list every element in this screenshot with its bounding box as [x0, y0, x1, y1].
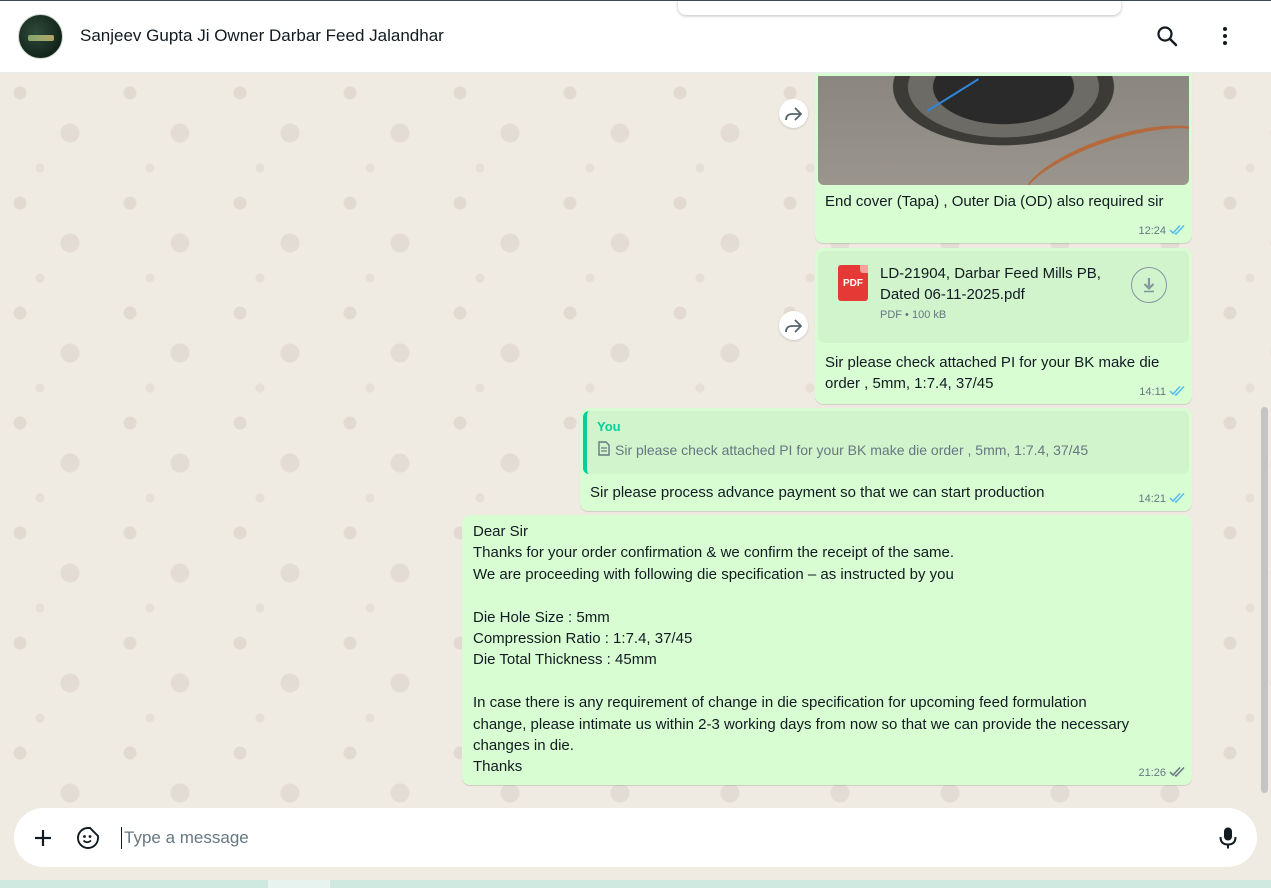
- message-line: Die Hole Size : 5mm: [473, 608, 610, 626]
- document-info: LD-21904, Darbar Feed Mills PB, Dated 06…: [880, 263, 1115, 333]
- document-meta: PDF • 100 kB: [880, 309, 947, 321]
- dropdown-popup: [678, 0, 1121, 15]
- quoted-message[interactable]: You Sir please check attached PI for you…: [583, 411, 1189, 474]
- double-check-icon: [1169, 224, 1186, 238]
- message-photo[interactable]: [818, 76, 1189, 185]
- message-meta: 14:11: [1139, 385, 1186, 399]
- composer-bar: [0, 808, 1271, 888]
- message-text: Sir please process advance payment so th…: [590, 484, 1045, 501]
- photo-detail: [1012, 106, 1189, 185]
- forward-icon[interactable]: [779, 99, 808, 128]
- double-check-icon: [1169, 766, 1186, 780]
- message-line: [473, 585, 1181, 606]
- plus-icon[interactable]: [30, 825, 56, 851]
- message-input[interactable]: [121, 826, 1215, 849]
- message-time: 14:11: [1139, 386, 1166, 398]
- chat-scrollbar[interactable]: [1261, 407, 1268, 793]
- quoted-author: You: [597, 419, 621, 434]
- long-text-message[interactable]: Dear Sir Thanks for your order confirmat…: [462, 515, 1192, 785]
- bottom-strip: [0, 880, 1271, 888]
- message-line: Thanks: [473, 758, 523, 776]
- quoted-text: Sir please check attached PI for your BK…: [615, 442, 1089, 458]
- message-meta: 14:21: [1138, 492, 1186, 506]
- document-message[interactable]: PDF LD-21904, Darbar Feed Mills PB, Date…: [815, 248, 1192, 404]
- header-actions: [1153, 22, 1253, 50]
- message-line: change, please intimate us within 2-3 wo…: [473, 715, 1130, 733]
- double-check-icon: [1169, 385, 1186, 399]
- message-line: Compression Ratio : 1:7.4, 37/45: [473, 630, 693, 648]
- message-line: In case there is any requirement of chan…: [473, 694, 1087, 712]
- microphone-icon[interactable]: [1215, 825, 1241, 851]
- photo-annotation-arrow: [927, 78, 979, 112]
- message-line: changes in die.: [473, 737, 574, 755]
- message-meta: 21:26: [1138, 766, 1186, 780]
- double-check-icon: [1169, 492, 1186, 506]
- message-line: We are proceeding with following die spe…: [473, 565, 954, 583]
- download-icon[interactable]: [1131, 267, 1167, 303]
- top-border: [0, 0, 1271, 1]
- message-list[interactable]: End cover (Tapa) , Outer Dia (OD) also r…: [0, 73, 1271, 808]
- message-time: 12:24: [1138, 225, 1166, 237]
- search-icon[interactable]: [1153, 22, 1181, 50]
- contact-name[interactable]: Sanjeev Gupta Ji Owner Darbar Feed Jalan…: [80, 26, 444, 46]
- composer: [14, 808, 1257, 867]
- forward-icon[interactable]: [779, 311, 808, 340]
- document-icon: [597, 441, 611, 459]
- message-line: Thanks for your order confirmation & we …: [473, 544, 955, 562]
- bottom-strip-segment: [268, 880, 330, 888]
- message-meta: 12:24: [1138, 224, 1186, 238]
- contact-avatar[interactable]: [18, 13, 63, 59]
- more-vertical-icon[interactable]: [1211, 22, 1239, 50]
- message-time: 14:21: [1138, 493, 1166, 505]
- image-message[interactable]: End cover (Tapa) , Outer Dia (OD) also r…: [815, 73, 1192, 243]
- document-icon: PDF: [838, 265, 868, 301]
- message-line: [473, 671, 1181, 692]
- document-caption: Sir please check attached PI for your BK…: [825, 354, 1160, 392]
- message-time: 21:26: [1138, 767, 1166, 779]
- sticker-icon[interactable]: [75, 825, 101, 851]
- quoted-text-row: Sir please check attached PI for your BK…: [597, 441, 1179, 459]
- reply-message[interactable]: You Sir please check attached PI for you…: [580, 408, 1192, 511]
- message-line: Die Total Thickness : 45mm: [473, 651, 657, 669]
- message-line: Dear Sir: [473, 523, 529, 540]
- document-card[interactable]: PDF LD-21904, Darbar Feed Mills PB, Date…: [818, 251, 1189, 343]
- document-name: LD-21904, Darbar Feed Mills PB, Dated 06…: [880, 265, 1101, 303]
- image-caption: End cover (Tapa) , Outer Dia (OD) also r…: [825, 193, 1164, 210]
